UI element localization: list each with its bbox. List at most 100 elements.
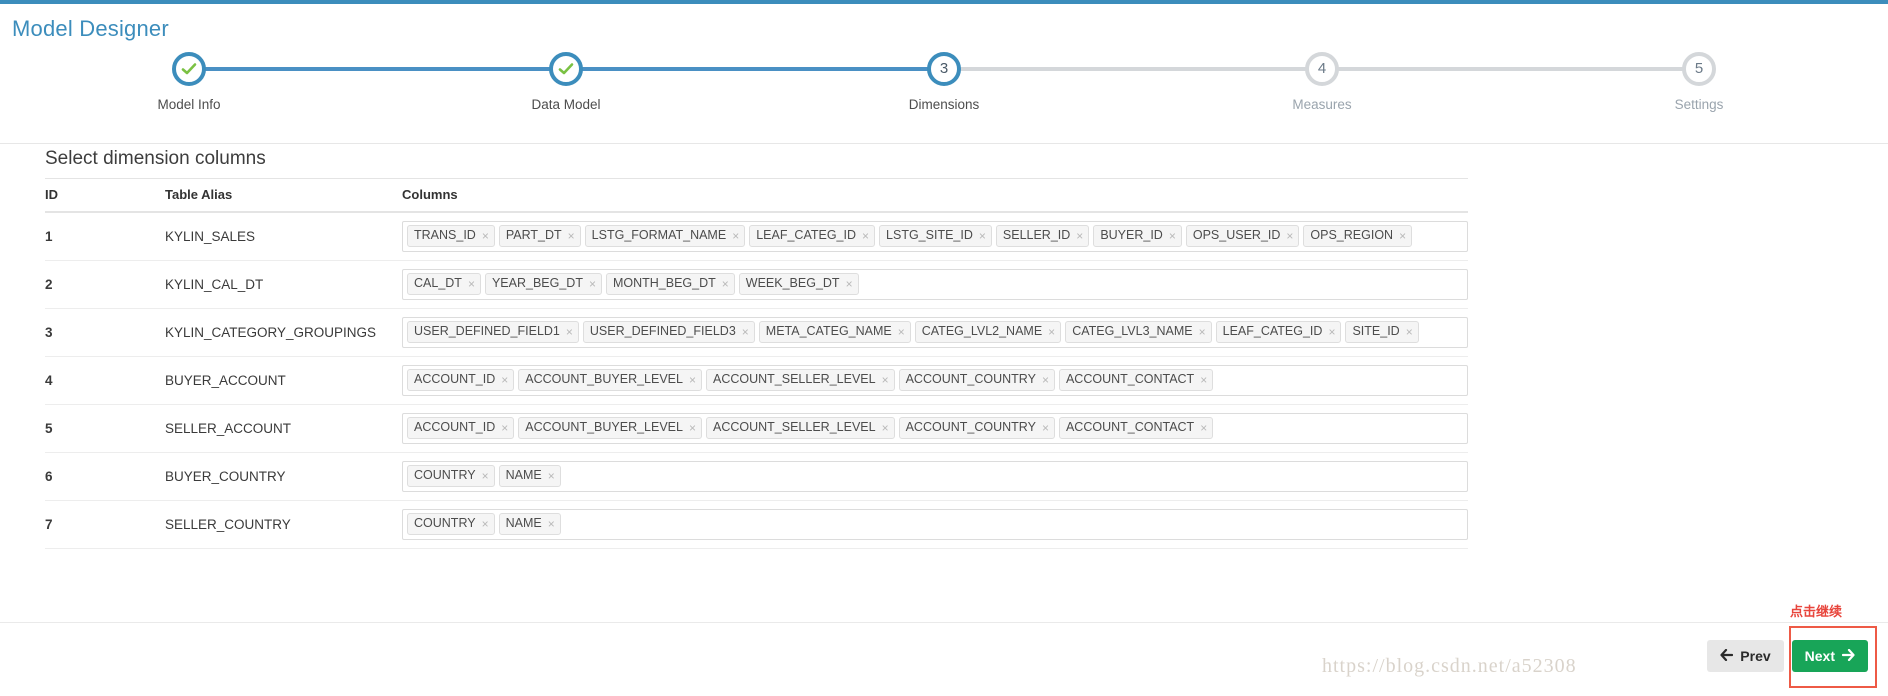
remove-tag-icon[interactable]: × bbox=[501, 374, 508, 386]
column-tag[interactable]: ACCOUNT_COUNTRY × bbox=[898, 417, 1055, 439]
remove-tag-icon[interactable]: × bbox=[882, 422, 889, 434]
remove-tag-icon[interactable]: × bbox=[568, 230, 575, 242]
remove-tag-icon[interactable]: × bbox=[482, 470, 489, 482]
remove-tag-icon[interactable]: × bbox=[1399, 230, 1406, 242]
remove-tag-icon[interactable]: × bbox=[1076, 230, 1083, 242]
column-tag[interactable]: ACCOUNT_COUNTRY × bbox=[898, 369, 1055, 391]
column-tag[interactable]: USER_DEFINED_FIELD3 × bbox=[582, 321, 755, 343]
column-tag[interactable]: NAME × bbox=[498, 513, 561, 535]
column-tag-input[interactable]: TRANS_ID × PART_DT × LSTG_FORMAT_NAME × LEAF_C… bbox=[402, 221, 1468, 252]
remove-tag-icon[interactable]: × bbox=[482, 230, 489, 242]
remove-tag-icon[interactable]: × bbox=[1048, 326, 1055, 338]
column-tag[interactable]: ACCOUNT_ID × bbox=[407, 417, 515, 439]
remove-tag-icon[interactable]: × bbox=[862, 230, 869, 242]
column-tag[interactable]: SITE_ID × bbox=[1345, 321, 1419, 343]
row-table-alias: KYLIN_CATEGORY_GROUPINGS bbox=[165, 308, 402, 357]
remove-tag-icon[interactable]: × bbox=[846, 278, 853, 290]
column-tag[interactable]: ACCOUNT_SELLER_LEVEL × bbox=[706, 369, 895, 391]
column-tag[interactable]: LSTG_FORMAT_NAME × bbox=[584, 225, 746, 247]
row-id: 3 bbox=[45, 308, 165, 357]
column-tag[interactable]: ACCOUNT_CONTACT × bbox=[1058, 369, 1214, 391]
row-columns-cell: COUNTRY × NAME × bbox=[402, 500, 1468, 549]
column-tag[interactable]: SELLER_ID × bbox=[995, 225, 1090, 247]
prev-button-label: Prev bbox=[1740, 648, 1771, 664]
remove-tag-icon[interactable]: × bbox=[722, 278, 729, 290]
remove-tag-icon[interactable]: × bbox=[979, 230, 986, 242]
row-columns-cell: CAL_DT × YEAR_BEG_DT × MONTH_BEG_DT × WEEK_BEG… bbox=[402, 260, 1468, 309]
column-tag-label: MONTH_BEG_DT bbox=[612, 276, 716, 290]
table-row: 1 KYLIN_SALES TRANS_ID × PART_DT × LSTG_FORMAT… bbox=[45, 212, 1468, 261]
column-tag-input[interactable]: CAL_DT × YEAR_BEG_DT × MONTH_BEG_DT × WEEK_BEG… bbox=[402, 269, 1468, 300]
column-tag[interactable]: TRANS_ID × bbox=[407, 225, 495, 247]
column-tag[interactable]: OPS_REGION × bbox=[1303, 225, 1413, 247]
column-tag[interactable]: NAME × bbox=[498, 465, 561, 487]
stepper-step-dimensions[interactable]: 3 Dimensions bbox=[824, 52, 1064, 112]
remove-tag-icon[interactable]: × bbox=[1200, 422, 1207, 434]
prev-button[interactable]: Prev bbox=[1707, 640, 1784, 672]
column-tag-label: NAME bbox=[505, 516, 542, 530]
stepper-step-data-model[interactable]: Data Model bbox=[446, 52, 686, 112]
remove-tag-icon[interactable]: × bbox=[689, 422, 696, 434]
stepper-step-label: Model Info bbox=[157, 97, 221, 112]
wizard-stepper: Model Info Data Model 3 Dimensions 4 Measures… bbox=[0, 52, 1888, 124]
remove-tag-icon[interactable]: × bbox=[589, 278, 596, 290]
column-tag-label: COUNTRY bbox=[414, 516, 476, 530]
column-tag[interactable]: MONTH_BEG_DT × bbox=[605, 273, 735, 295]
column-tag-input[interactable]: ACCOUNT_ID × ACCOUNT_BUYER_LEVEL × ACCOUNT_S… bbox=[402, 365, 1468, 396]
column-tag[interactable]: CAL_DT × bbox=[407, 273, 481, 295]
stepper-connector bbox=[189, 67, 566, 71]
column-tag-input[interactable]: USER_DEFINED_FIELD1 × USER_DEFINED_FIELD3 ×… bbox=[402, 317, 1468, 348]
remove-tag-icon[interactable]: × bbox=[1406, 326, 1413, 338]
column-tag[interactable]: PART_DT × bbox=[498, 225, 581, 247]
column-tag[interactable]: META_CATEG_NAME × bbox=[758, 321, 911, 343]
section-title: Select dimension columns bbox=[45, 148, 266, 169]
remove-tag-icon[interactable]: × bbox=[548, 470, 555, 482]
column-tag[interactable]: ACCOUNT_SELLER_LEVEL × bbox=[706, 417, 895, 439]
column-tag[interactable]: ACCOUNT_BUYER_LEVEL × bbox=[518, 417, 702, 439]
column-tag-input[interactable]: ACCOUNT_ID × ACCOUNT_BUYER_LEVEL × ACCOUNT_S… bbox=[402, 413, 1468, 444]
column-tag[interactable]: LSTG_SITE_ID × bbox=[879, 225, 992, 247]
remove-tag-icon[interactable]: × bbox=[1328, 326, 1335, 338]
column-tag[interactable]: ACCOUNT_ID × bbox=[407, 369, 515, 391]
remove-tag-icon[interactable]: × bbox=[1042, 374, 1049, 386]
column-tag[interactable]: CATEG_LVL2_NAME × bbox=[914, 321, 1062, 343]
remove-tag-icon[interactable]: × bbox=[1042, 422, 1049, 434]
remove-tag-icon[interactable]: × bbox=[501, 422, 508, 434]
remove-tag-icon[interactable]: × bbox=[468, 278, 475, 290]
remove-tag-icon[interactable]: × bbox=[1286, 230, 1293, 242]
column-tag[interactable]: COUNTRY × bbox=[407, 513, 495, 535]
remove-tag-icon[interactable]: × bbox=[548, 518, 555, 530]
remove-tag-icon[interactable]: × bbox=[898, 326, 905, 338]
stepper-step-settings[interactable]: 5 Settings bbox=[1579, 52, 1819, 112]
column-tag[interactable]: ACCOUNT_BUYER_LEVEL × bbox=[518, 369, 702, 391]
column-tag[interactable]: BUYER_ID × bbox=[1093, 225, 1182, 247]
remove-tag-icon[interactable]: × bbox=[882, 374, 889, 386]
remove-tag-icon[interactable]: × bbox=[566, 326, 573, 338]
table-row: 3 KYLIN_CATEGORY_GROUPINGS USER_DEFINED_FI… bbox=[45, 308, 1468, 357]
remove-tag-icon[interactable]: × bbox=[482, 518, 489, 530]
remove-tag-icon[interactable]: × bbox=[1199, 326, 1206, 338]
column-tag-label: TRANS_ID bbox=[414, 228, 476, 242]
column-tag[interactable]: LEAF_CATEG_ID × bbox=[1215, 321, 1342, 343]
column-tag[interactable]: YEAR_BEG_DT × bbox=[484, 273, 602, 295]
stepper-step-model-info[interactable]: Model Info bbox=[69, 52, 309, 112]
remove-tag-icon[interactable]: × bbox=[1169, 230, 1176, 242]
next-button[interactable]: Next bbox=[1791, 640, 1868, 672]
header-divider bbox=[0, 143, 1888, 144]
remove-tag-icon[interactable]: × bbox=[732, 230, 739, 242]
column-tag-input[interactable]: COUNTRY × NAME × bbox=[402, 461, 1468, 492]
column-tag[interactable]: OPS_USER_ID × bbox=[1185, 225, 1300, 247]
column-tag[interactable]: LEAF_CATEG_ID × bbox=[749, 225, 876, 247]
remove-tag-icon[interactable]: × bbox=[1200, 374, 1207, 386]
stepper-step-measures[interactable]: 4 Measures bbox=[1202, 52, 1442, 112]
column-tag-input[interactable]: COUNTRY × NAME × bbox=[402, 509, 1468, 540]
column-tag[interactable]: CATEG_LVL3_NAME × bbox=[1065, 321, 1212, 343]
remove-tag-icon[interactable]: × bbox=[689, 374, 696, 386]
remove-tag-icon[interactable]: × bbox=[742, 326, 749, 338]
row-columns-cell: TRANS_ID × PART_DT × LSTG_FORMAT_NAME × LEAF_C… bbox=[402, 212, 1468, 261]
column-tag[interactable]: COUNTRY × bbox=[407, 465, 495, 487]
column-tag[interactable]: ACCOUNT_CONTACT × bbox=[1058, 417, 1214, 439]
column-tag[interactable]: WEEK_BEG_DT × bbox=[738, 273, 859, 295]
next-button-label: Next bbox=[1804, 648, 1835, 664]
column-tag[interactable]: USER_DEFINED_FIELD1 × bbox=[407, 321, 579, 343]
